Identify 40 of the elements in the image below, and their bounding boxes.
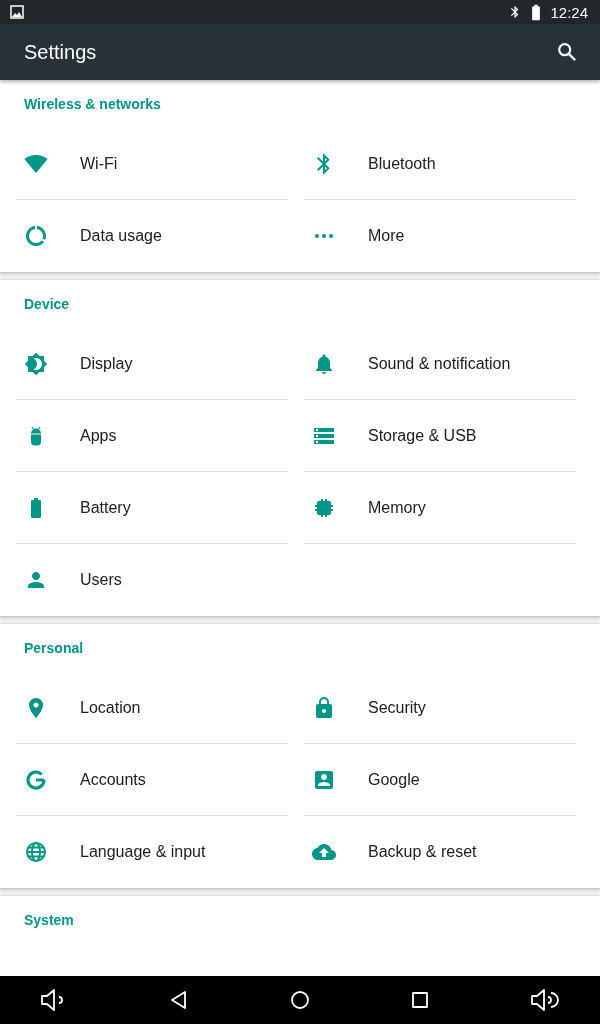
settings-item[interactable]: Security [304, 672, 576, 744]
speaker-icon [530, 987, 560, 1013]
home-icon [290, 990, 310, 1010]
section-header: Device [24, 296, 70, 312]
settings-item[interactable]: Data usage [16, 200, 288, 272]
g-logo-icon [24, 767, 48, 792]
settings-item[interactable]: Sound & notification [304, 328, 576, 400]
back-button[interactable] [169, 990, 189, 1010]
settings-item[interactable]: Accounts [16, 744, 288, 816]
settings-item[interactable]: Memory [304, 472, 576, 544]
settings-item[interactable]: Storage & USB [304, 400, 576, 472]
circle-arc-icon [24, 224, 48, 248]
settings-item[interactable]: Google [304, 744, 576, 816]
search-icon [556, 41, 578, 63]
app-title: Settings [24, 40, 98, 64]
image-icon [10, 5, 24, 19]
back-icon [169, 990, 189, 1010]
settings-item[interactable]: Language & input [16, 816, 288, 888]
brightness-icon [24, 351, 48, 376]
more-dots-icon [314, 233, 334, 239]
clock-time: 12:24 [550, 3, 588, 21]
battery-icon [530, 3, 543, 21]
section-header: Personal [24, 640, 84, 656]
settings-item[interactable]: Location [16, 672, 288, 744]
globe-icon [24, 840, 48, 864]
volume-up-button[interactable] [530, 987, 560, 1013]
settings-item[interactable]: Backup & reset [304, 816, 576, 888]
settings-item[interactable]: More [304, 200, 576, 272]
settings-item[interactable]: Apps [16, 400, 288, 472]
section-header: System [24, 912, 74, 928]
home-button[interactable] [290, 990, 310, 1010]
search-button[interactable] [556, 41, 578, 63]
settings-item[interactable]: Battery [16, 472, 288, 544]
settings-item[interactable]: Users [16, 544, 288, 616]
recents-icon [411, 991, 429, 1009]
section-header: Wireless & networks [24, 96, 161, 112]
recents-button[interactable] [411, 991, 429, 1009]
settings-item[interactable]: Display [16, 328, 288, 400]
settings-item[interactable]: Bluetooth [304, 128, 576, 200]
settings-item[interactable]: Wi‑Fi [16, 128, 288, 200]
